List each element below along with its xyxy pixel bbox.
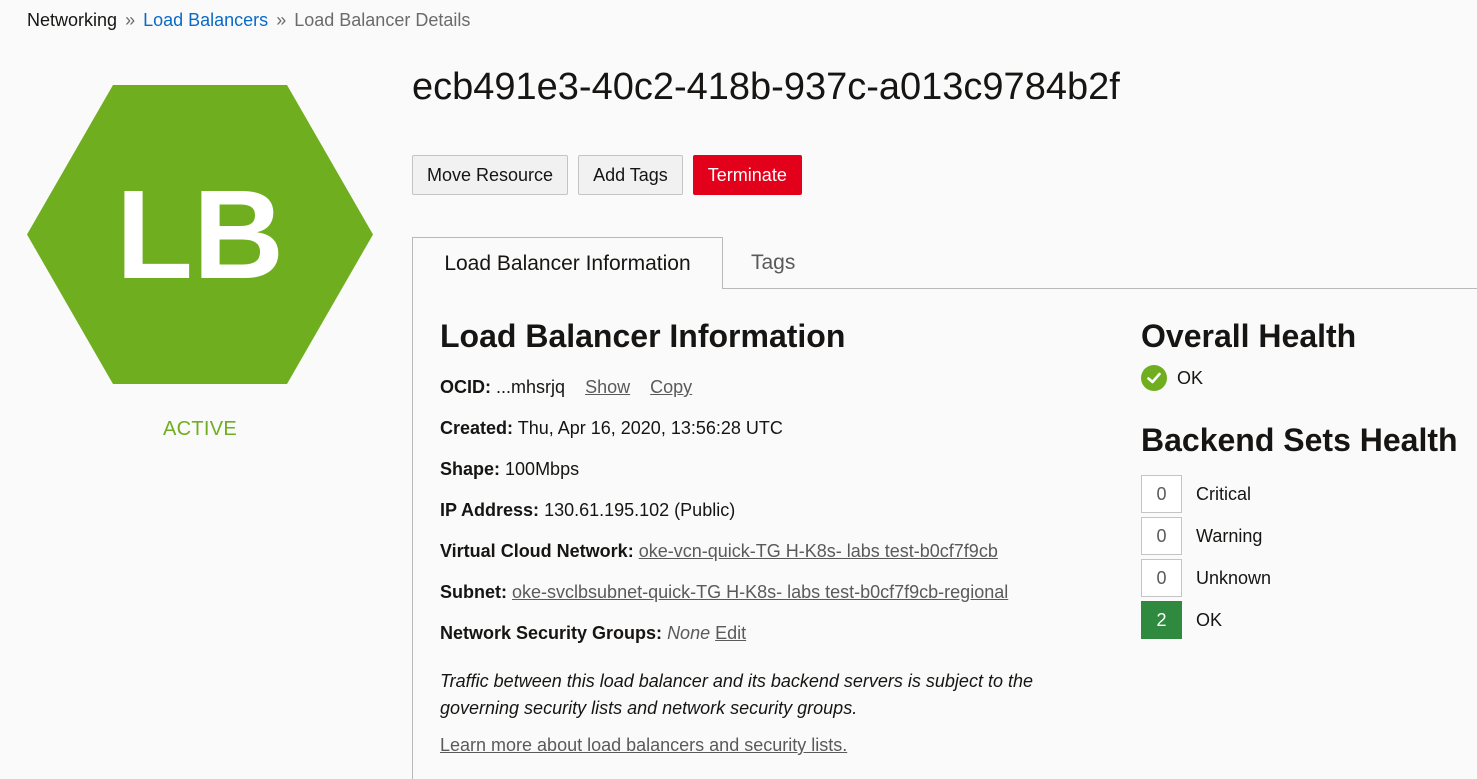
vcn-link[interactable]: oke-vcn-quick-TG H-K8s- labs test-b0cf7f… [639,541,998,561]
shape-value: 100Mbps [505,459,580,479]
nsg-value: None [667,623,711,643]
overall-health-status: OK [1141,365,1477,391]
backend-sets-health-heading: Backend Sets Health [1141,422,1458,458]
nsg-edit-link[interactable]: Edit [715,623,746,643]
vcn-label: Virtual Cloud Network: [440,541,634,561]
breadcrumb-current: Load Balancer Details [294,10,471,30]
critical-count-badge[interactable]: 0 [1141,475,1182,513]
tab-load-balancer-information[interactable]: Load Balancer Information [412,237,723,289]
subnet-link[interactable]: oke-svclbsubnet-quick-TG H-K8s- labs tes… [512,582,1008,602]
backend-set-warning: 0 Warning [1141,515,1477,557]
tab-tags[interactable]: Tags [751,237,795,289]
page-title: ecb491e3-40c2-418b-937c-a013c9784b2f [412,66,1120,108]
subnet-label: Subnet: [440,582,507,602]
add-tags-button[interactable]: Add Tags [578,155,683,195]
ip-address-value: 130.61.195.102 (Public) [544,500,736,520]
subnet-row: Subnet: oke-svclbsubnet-quick-TG H-K8s- … [440,582,1100,623]
warning-count-badge[interactable]: 0 [1141,517,1182,555]
vcn-row: Virtual Cloud Network: oke-vcn-quick-TG … [440,541,1100,582]
ocid-value: ...mhsrjq [496,377,566,397]
critical-label: Critical [1196,483,1252,504]
info-section: Load Balancer Information OCID: ...mhsrj… [440,318,1100,756]
shape-label: Shape: [440,459,501,479]
created-row: Created: Thu, Apr 16, 2020, 13:56:28 UTC [440,418,1100,459]
breadcrumb-load-balancers[interactable]: Load Balancers [143,10,268,30]
nsg-row: Network Security Groups: None Edit [440,623,1100,664]
move-resource-button[interactable]: Move Resource [412,155,569,195]
backend-set-ok: 2 OK [1141,599,1477,641]
backend-set-unknown: 0 Unknown [1141,557,1477,599]
overall-health-text: OK [1177,367,1204,388]
ocid-row: OCID: ...mhsrjq Show Copy [440,377,1100,418]
unknown-count-badge[interactable]: 0 [1141,559,1182,597]
ocid-show-link[interactable]: Show [585,377,630,397]
health-section: Overall Health OK Backend Sets Health 0 … [1141,318,1477,641]
overall-health-heading: Overall Health [1141,318,1357,354]
warning-label: Warning [1196,525,1263,546]
info-heading: Load Balancer Information [440,318,846,354]
check-circle-icon [1141,365,1167,391]
learn-more-link[interactable]: Learn more about load balancers and secu… [440,735,847,756]
ip-address-row: IP Address: 130.61.195.102 (Public) [440,500,1100,541]
shape-row: Shape: 100Mbps [440,459,1100,500]
breadcrumb: Networking » Load Balancers » Load Balan… [27,10,470,31]
ocid-copy-link[interactable]: Copy [650,377,692,397]
breadcrumb-separator: » [125,10,136,30]
hex-icon-text: LB [116,164,284,305]
load-balancer-hex-icon: LB [27,85,373,384]
terminate-button[interactable]: Terminate [692,155,802,195]
ocid-label: OCID: [440,377,491,397]
security-note: Traffic between this load balancer and i… [440,671,1033,718]
nsg-label: Network Security Groups: [440,623,663,643]
action-bar: Move Resource Add Tags Terminate [412,155,802,195]
created-value: Thu, Apr 16, 2020, 13:56:28 UTC [517,418,783,438]
tab-bar: Load Balancer Information Tags [412,237,1477,289]
ok-label: OK [1196,609,1223,630]
created-label: Created: [440,418,514,438]
status-label: ACTIVE [162,418,238,440]
breadcrumb-separator: » [276,10,287,30]
ip-address-label: IP Address: [440,500,540,520]
breadcrumb-networking[interactable]: Networking [27,10,117,30]
ok-count-badge[interactable]: 2 [1141,601,1182,639]
unknown-label: Unknown [1196,567,1272,588]
backend-set-critical: 0 Critical [1141,473,1477,515]
